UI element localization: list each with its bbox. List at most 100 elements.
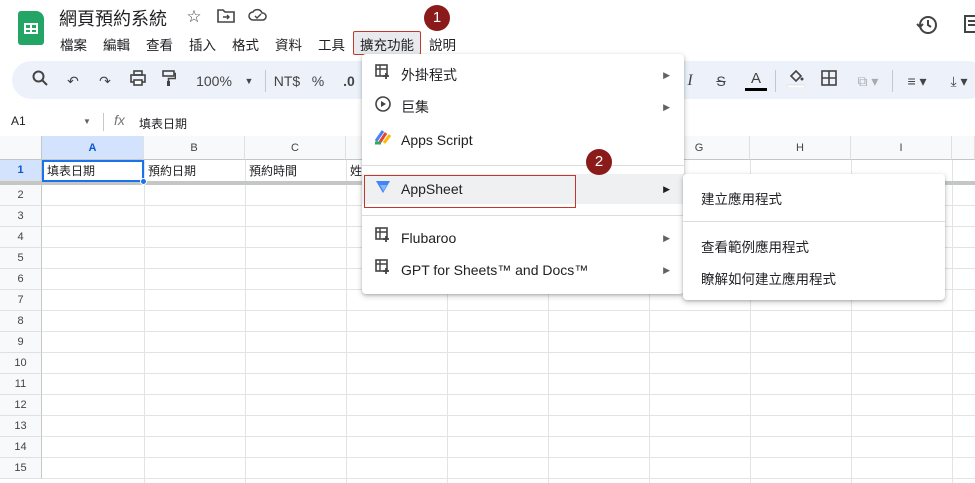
comments-icon[interactable]	[964, 14, 975, 40]
menu-separator	[362, 165, 684, 166]
addon-grid-icon	[374, 255, 392, 285]
cell-b1[interactable]: 預約日期	[148, 162, 196, 179]
menu-item-gpt-for-sheets[interactable]: GPT for Sheets™ and Docs™ ▶	[362, 255, 684, 285]
menu-data[interactable]: 資料	[267, 31, 310, 55]
grid-line	[42, 415, 975, 416]
row-header[interactable]: 14	[0, 437, 42, 458]
menu-file[interactable]: 檔案	[52, 31, 95, 55]
grid-line	[42, 331, 975, 332]
menu-bar: 檔案 編輯 查看 插入 格式 資料 工具 擴充功能 說明	[52, 31, 464, 55]
addon-grid-icon	[374, 223, 392, 253]
grid-line	[144, 160, 145, 483]
menu-insert[interactable]: 插入	[181, 31, 224, 55]
submenu-item-create-app[interactable]: 建立應用程式	[701, 188, 782, 208]
row-header[interactable]: 10	[0, 353, 42, 374]
spreadsheet-app: 網頁預約系統 ☆ 檔案 編輯 查看 插入 格式 資料 工具 擴充功能 說明 1 …	[0, 0, 975, 483]
grid-line	[42, 310, 975, 311]
row-header[interactable]: 5	[0, 248, 42, 269]
italic-icon[interactable]: I	[683, 70, 697, 92]
strikethrough-icon[interactable]: S	[713, 70, 729, 92]
menu-item-macros[interactable]: 巨集 ▶	[362, 92, 684, 122]
grid-line	[42, 394, 975, 395]
row-header[interactable]: 13	[0, 416, 42, 437]
chevron-down-icon[interactable]: ▼	[83, 117, 91, 126]
decrease-decimal-button[interactable]: .0	[341, 70, 357, 92]
undo-icon[interactable]: ↶	[64, 70, 82, 92]
cloud-saved-icon[interactable]	[248, 7, 268, 27]
menu-item-apps-script[interactable]: Apps Script	[362, 125, 684, 155]
move-folder-icon[interactable]	[216, 7, 236, 27]
grid-line	[245, 160, 246, 483]
fill-color-icon[interactable]	[786, 69, 806, 92]
version-history-icon[interactable]	[916, 14, 938, 42]
row-header[interactable]: 12	[0, 395, 42, 416]
column-header[interactable]: I	[851, 136, 952, 160]
percent-format-button[interactable]: %	[311, 70, 325, 92]
text-color-icon[interactable]: A	[745, 70, 767, 92]
document-title[interactable]: 網頁預約系統	[59, 5, 167, 31]
row-header[interactable]: 15	[0, 458, 42, 479]
grid-line	[42, 457, 975, 458]
menu-view[interactable]: 查看	[138, 31, 181, 55]
appsheet-submenu: 建立應用程式 查看範例應用程式 瞭解如何建立應用程式	[683, 174, 945, 300]
cell-d1[interactable]: 姓	[350, 162, 362, 179]
submenu-item-view-sample-apps[interactable]: 查看範例應用程式	[701, 236, 809, 256]
menu-item-addons[interactable]: 外掛程式 ▶	[362, 60, 684, 90]
menu-help[interactable]: 說明	[421, 31, 464, 55]
fill-handle[interactable]	[140, 178, 147, 185]
chevron-right-icon: ▶	[663, 70, 670, 80]
column-header[interactable]: A	[42, 136, 144, 160]
chevron-right-icon: ▶	[663, 184, 670, 194]
grid-line	[952, 160, 953, 483]
redo-icon[interactable]: ↷	[96, 70, 114, 92]
row-header[interactable]: 7	[0, 290, 42, 311]
formula-divider	[103, 113, 104, 131]
print-icon[interactable]	[129, 70, 147, 92]
menu-tools[interactable]: 工具	[310, 31, 353, 55]
chevron-right-icon: ▶	[663, 265, 670, 275]
chevron-down-icon[interactable]: ▼	[244, 70, 254, 92]
column-header[interactable]	[952, 136, 975, 160]
currency-format-button[interactable]: NT$	[273, 70, 301, 92]
grid-line	[42, 436, 975, 437]
column-header[interactable]: C	[245, 136, 346, 160]
macro-play-icon	[374, 92, 392, 122]
chevron-right-icon: ▶	[663, 102, 670, 112]
menu-separator	[362, 215, 684, 216]
column-header[interactable]: H	[750, 136, 851, 160]
borders-icon[interactable]	[820, 70, 838, 92]
paint-format-icon[interactable]	[160, 70, 178, 92]
selected-cell-outline	[42, 160, 144, 182]
row-header[interactable]: 1	[0, 160, 42, 181]
row-header[interactable]: 3	[0, 206, 42, 227]
name-box[interactable]: A1	[11, 114, 26, 128]
select-all-corner[interactable]	[0, 136, 42, 160]
cell-c1[interactable]: 預約時間	[249, 162, 297, 179]
merge-cells-icon[interactable]: ⧉ ▾	[853, 70, 883, 92]
row-header[interactable]: 2	[0, 185, 42, 206]
row-header[interactable]: 6	[0, 269, 42, 290]
vertical-align-icon[interactable]: ⤓ ▾	[944, 70, 974, 92]
column-header[interactable]: B	[144, 136, 245, 160]
toolbar-divider	[775, 70, 776, 92]
grid-line	[42, 373, 975, 374]
menu-format[interactable]: 格式	[224, 31, 267, 55]
sheets-logo-icon[interactable]	[18, 11, 44, 45]
menu-edit[interactable]: 編輯	[95, 31, 138, 55]
row-header[interactable]: 4	[0, 227, 42, 248]
row-header[interactable]: 8	[0, 311, 42, 332]
submenu-item-learn-create-app[interactable]: 瞭解如何建立應用程式	[701, 268, 836, 288]
menu-item-flubaroo[interactable]: Flubaroo ▶	[362, 223, 684, 253]
menu-extensions[interactable]: 擴充功能	[353, 31, 421, 55]
apps-script-icon	[374, 125, 392, 155]
formula-input[interactable]: 填表日期	[139, 115, 187, 132]
horizontal-align-icon[interactable]: ≡ ▾	[902, 70, 932, 92]
row-header[interactable]: 11	[0, 374, 42, 395]
appsheet-highlight-box	[364, 175, 576, 208]
addons-icon	[374, 60, 392, 90]
star-icon[interactable]: ☆	[184, 7, 204, 27]
chevron-right-icon: ▶	[663, 233, 670, 243]
row-header[interactable]: 9	[0, 332, 42, 353]
search-icon[interactable]	[31, 70, 49, 92]
zoom-select[interactable]: 100%	[193, 70, 235, 92]
